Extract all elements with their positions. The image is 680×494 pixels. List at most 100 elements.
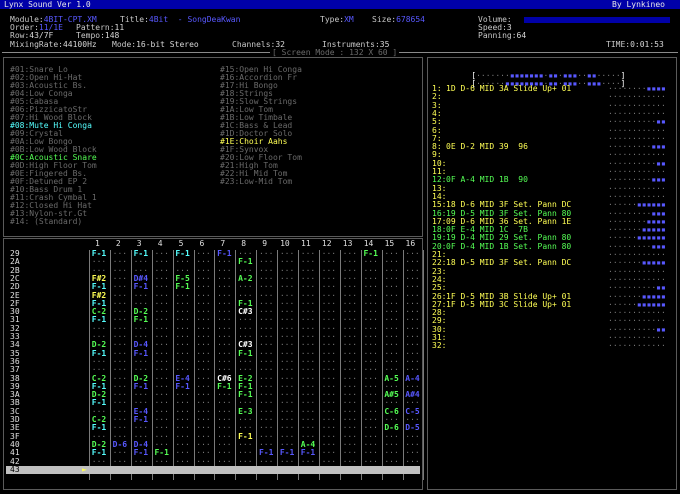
instrument-item[interactable]: #23:Low-Mid Tom <box>220 178 292 186</box>
empty-cell[interactable]: ··· <box>237 449 253 457</box>
empty-cell[interactable]: ··· <box>196 457 212 466</box>
note-cell[interactable]: F-1 <box>237 349 253 358</box>
channel-number[interactable]: 7 <box>220 240 225 248</box>
empty-cell[interactable]: ··· <box>363 283 379 291</box>
empty-cell[interactable]: ··· <box>405 449 421 457</box>
empty-cell[interactable]: ··· <box>258 283 274 291</box>
empty-cell[interactable]: ··· <box>237 457 253 466</box>
empty-cell[interactable]: ··· <box>196 449 212 457</box>
note-cell[interactable]: F-1 <box>133 316 149 324</box>
channel-number[interactable]: 15 <box>385 240 395 248</box>
empty-cell[interactable]: ··· <box>175 449 191 457</box>
empty-cell[interactable]: ··· <box>112 366 128 374</box>
empty-cell[interactable]: ··· <box>279 457 295 466</box>
channel-number[interactable]: 6 <box>200 240 205 248</box>
empty-cell[interactable]: ··· <box>112 449 128 457</box>
note-cell[interactable]: F-1 <box>91 316 107 324</box>
note-cell[interactable]: F-1 <box>133 250 149 258</box>
channel-number[interactable]: 13 <box>343 240 353 248</box>
empty-cell[interactable]: ··· <box>405 457 421 466</box>
empty-cell[interactable]: ··· <box>216 366 232 374</box>
channel-number[interactable]: 5 <box>179 240 184 248</box>
note-cell[interactable]: D-6 <box>112 440 128 449</box>
empty-cell[interactable]: ··· <box>112 283 128 291</box>
note-cell[interactable]: F-1 <box>258 449 274 457</box>
note-cell[interactable]: F-1 <box>91 449 107 457</box>
empty-cell[interactable]: ··· <box>321 449 337 457</box>
note-cell[interactable]: F-1 <box>363 250 379 258</box>
note-cell[interactable]: C-6 <box>384 407 400 416</box>
note-cell[interactable]: F-1 <box>216 382 232 391</box>
note-cell[interactable]: F-1 <box>300 449 316 457</box>
note-cell[interactable]: A#4 <box>405 391 421 399</box>
empty-cell[interactable]: ··· <box>321 283 337 291</box>
note-cell[interactable]: A#5 <box>384 391 400 399</box>
note-cell[interactable]: F-1 <box>133 449 149 457</box>
note-cell[interactable]: A-4 <box>405 374 421 383</box>
note-cell[interactable]: C#3 <box>237 308 253 316</box>
empty-cell[interactable]: ··· <box>154 457 170 466</box>
empty-cell[interactable]: ··· <box>342 449 358 457</box>
note-cell[interactable]: F-1 <box>279 449 295 457</box>
empty-cell[interactable]: ··· <box>405 283 421 291</box>
empty-cell[interactable]: ··· <box>384 449 400 457</box>
empty-cell[interactable]: ··· <box>196 366 212 374</box>
instrument-item[interactable]: #14: (Standard) <box>10 218 82 226</box>
note-cell[interactable]: F-1 <box>154 449 170 457</box>
note-cell[interactable]: F-1 <box>91 283 107 291</box>
note-cell[interactable]: F-1 <box>133 416 149 424</box>
empty-cell[interactable]: ··· <box>175 457 191 466</box>
empty-cell[interactable]: ··· <box>258 366 274 374</box>
note-cell[interactable]: F-1 <box>175 250 191 258</box>
empty-cell[interactable]: ··· <box>363 449 379 457</box>
empty-cell[interactable]: ··· <box>196 283 212 291</box>
empty-cell[interactable]: ··· <box>237 366 253 374</box>
note-cell[interactable]: F-1 <box>133 349 149 358</box>
empty-cell[interactable]: ··· <box>133 366 149 374</box>
note-cell[interactable]: F-1 <box>175 382 191 391</box>
empty-cell[interactable]: ··· <box>300 283 316 291</box>
channel-number[interactable]: 14 <box>364 240 374 248</box>
note-cell[interactable]: F-1 <box>91 399 107 407</box>
note-cell[interactable]: F-1 <box>133 283 149 291</box>
empty-cell[interactable]: ··· <box>384 366 400 374</box>
note-cell[interactable]: F-1 <box>91 349 107 358</box>
note-cell[interactable]: A-2 <box>237 274 253 283</box>
channel-number[interactable]: 2 <box>116 240 121 248</box>
empty-cell[interactable]: ··· <box>300 366 316 374</box>
empty-cell[interactable]: ··· <box>91 457 107 466</box>
note-cell[interactable]: D-6 <box>384 424 400 432</box>
note-cell[interactable]: F-1 <box>237 391 253 399</box>
empty-cell[interactable]: ··· <box>321 366 337 374</box>
empty-cell[interactable]: ··· <box>384 283 400 291</box>
empty-cell[interactable]: ··· <box>405 366 421 374</box>
note-cell[interactable]: F-1 <box>91 250 107 258</box>
empty-cell[interactable]: ··· <box>154 283 170 291</box>
channel-number[interactable]: 4 <box>158 240 163 248</box>
empty-cell[interactable]: ··· <box>342 457 358 466</box>
channel-number[interactable]: 16 <box>406 240 416 248</box>
empty-cell[interactable]: ··· <box>342 366 358 374</box>
empty-cell[interactable]: ··· <box>237 283 253 291</box>
note-cell[interactable]: E-3 <box>237 407 253 416</box>
channel-number[interactable]: 3 <box>137 240 142 248</box>
empty-cell[interactable]: ··· <box>363 366 379 374</box>
channel-number[interactable]: 1 <box>95 240 100 248</box>
empty-cell[interactable]: ··· <box>279 366 295 374</box>
note-cell[interactable]: F-1 <box>216 250 232 258</box>
empty-cell[interactable]: ··· <box>363 457 379 466</box>
note-cell[interactable]: F-1 <box>175 283 191 291</box>
note-cell[interactable]: C-5 <box>405 407 421 416</box>
empty-cell[interactable]: ··· <box>175 366 191 374</box>
note-cell[interactable]: F-1 <box>133 382 149 391</box>
channel-number[interactable]: 10 <box>280 240 290 248</box>
empty-cell[interactable]: ··· <box>279 283 295 291</box>
note-cell[interactable]: F-1 <box>91 424 107 432</box>
pattern-grid[interactable]: 29 2A 2B 2C 2D 2E 2F 30 31 32 33 34 35 36 37 38 39 3A 3B 3C… <box>0 250 425 488</box>
channel-number[interactable]: 11 <box>301 240 311 248</box>
empty-cell[interactable]: ··· <box>216 457 232 466</box>
note-cell[interactable]: D-5 <box>405 424 421 432</box>
note-cell[interactable]: F-1 <box>237 432 253 441</box>
channel-number[interactable]: 9 <box>262 240 267 248</box>
note-cell[interactable]: F-1 <box>237 258 253 266</box>
